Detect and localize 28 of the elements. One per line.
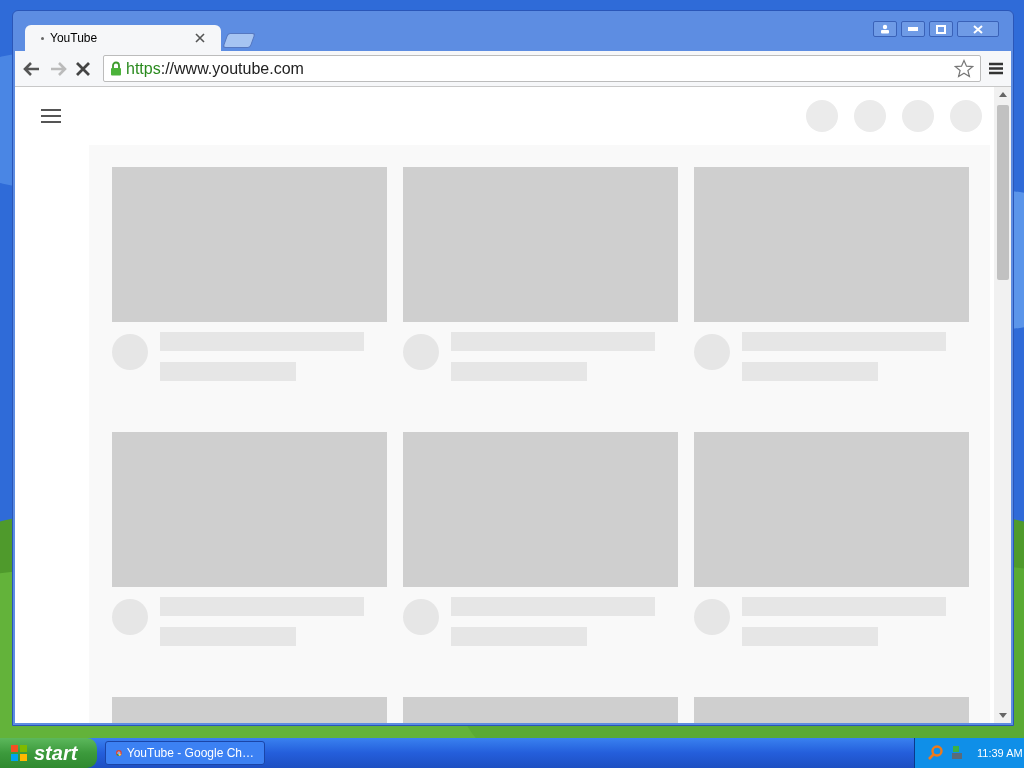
menu-icon[interactable]: [41, 109, 61, 123]
scroll-down-icon[interactable]: [998, 713, 1007, 718]
person-icon: [880, 24, 890, 34]
close-icon[interactable]: [195, 33, 205, 43]
minimize-icon: [908, 27, 918, 31]
close-icon: [973, 24, 983, 34]
url-text: https://www.youtube.com: [126, 58, 305, 79]
task-title: YouTube - Google Ch…: [126, 745, 254, 762]
minimize-button[interactable]: [901, 21, 925, 37]
profile-button[interactable]: [873, 21, 897, 37]
start-button[interactable]: start: [0, 738, 97, 768]
browser-tab[interactable]: YouTube: [25, 25, 221, 51]
maximize-icon: [936, 24, 946, 34]
menu-icon[interactable]: [989, 62, 1003, 75]
loading-icon: [41, 36, 44, 40]
clock: 11:39 AM: [977, 745, 1023, 761]
close-window-button[interactable]: [957, 21, 999, 37]
windows-logo-icon: [10, 744, 28, 762]
back-icon[interactable]: [23, 60, 41, 77]
scrollbar-thumb[interactable]: [996, 105, 1009, 280]
star-icon[interactable]: [954, 58, 974, 79]
taskbar-button[interactable]: YouTube - Google Ch…: [105, 741, 265, 765]
stop-icon[interactable]: [75, 60, 91, 77]
maximize-button[interactable]: [929, 21, 953, 37]
tab-title: YouTube: [50, 30, 99, 47]
address-bar[interactable]: https://www.youtube.com: [103, 55, 981, 82]
scrollbar[interactable]: [994, 87, 1011, 723]
scroll-up-icon[interactable]: [998, 92, 1007, 97]
